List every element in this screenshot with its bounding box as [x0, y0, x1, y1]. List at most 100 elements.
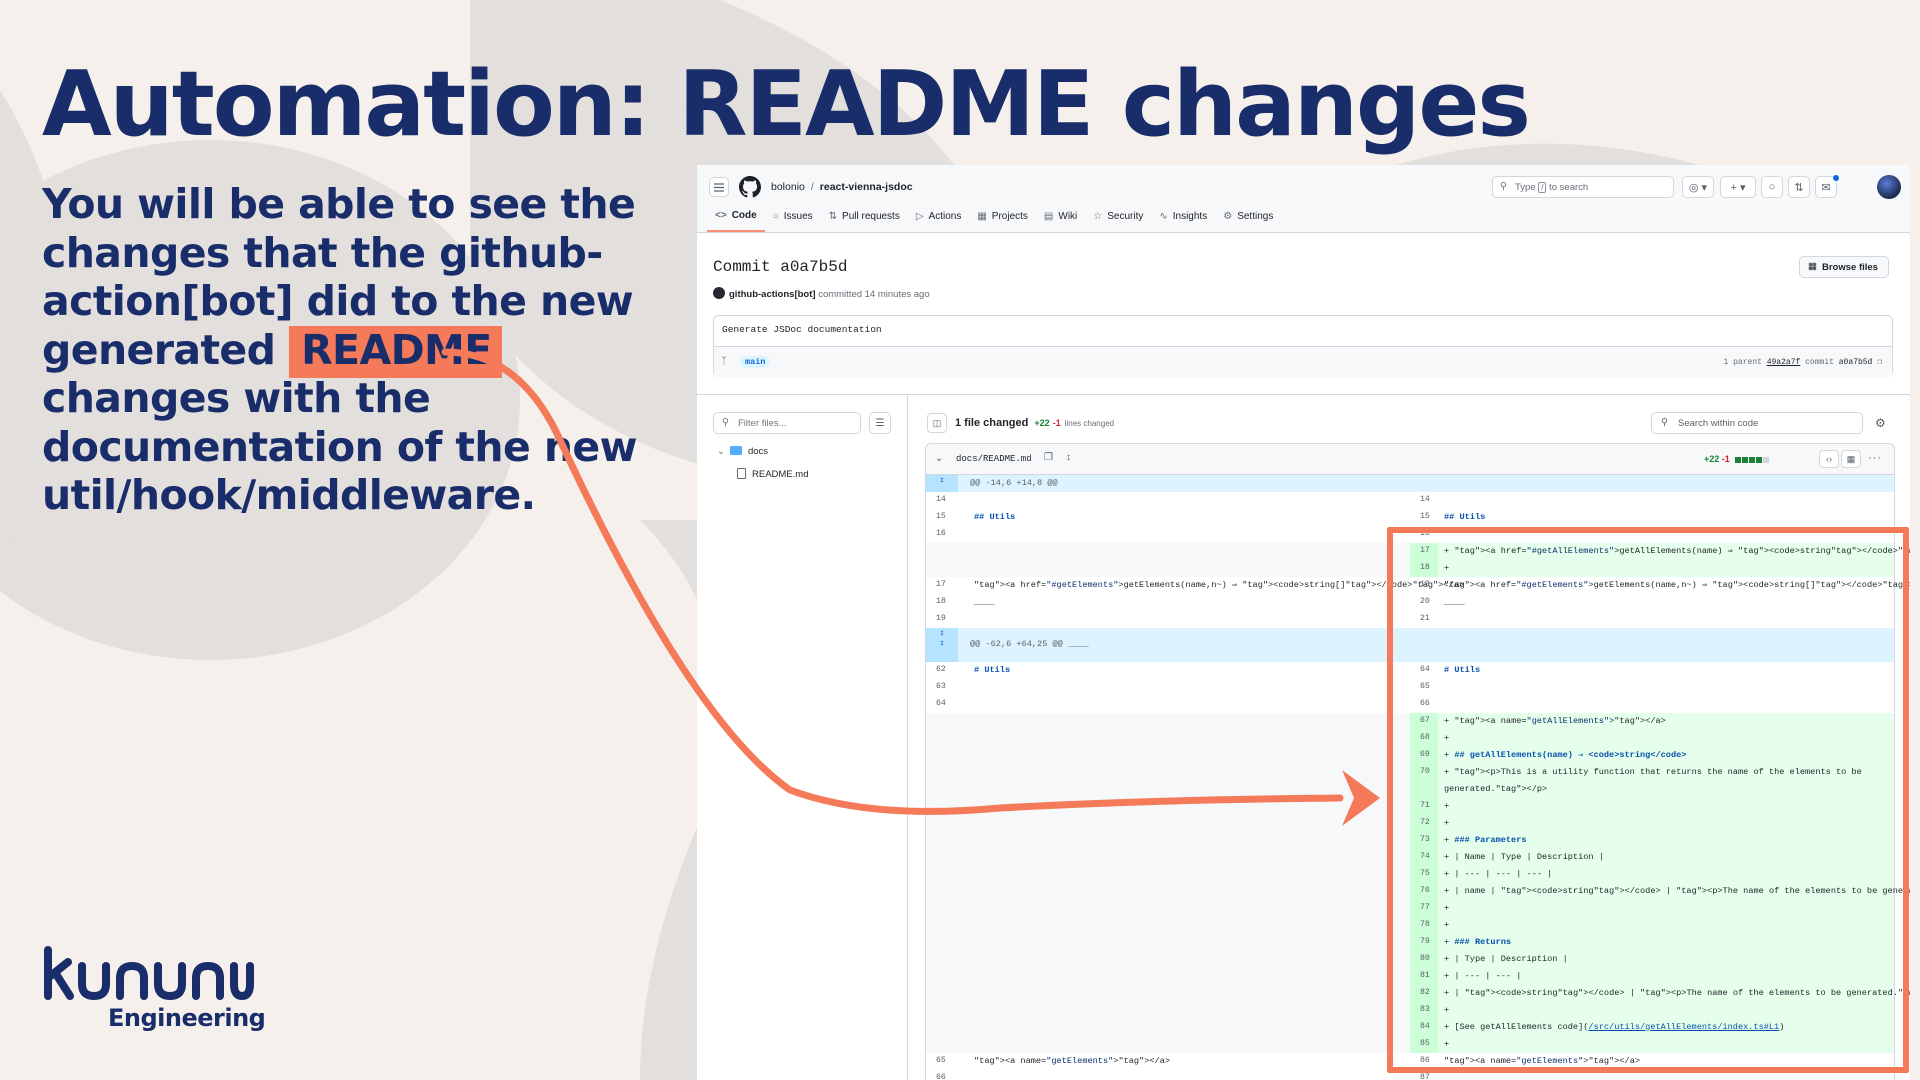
kununu-logo: kununu Engineering: [42, 946, 266, 1032]
line-number[interactable]: 62: [936, 665, 946, 674]
commit-time: committed 14 minutes ago: [818, 289, 930, 300]
file-deletions: -1: [1721, 454, 1730, 464]
line-number[interactable]: 64: [936, 699, 946, 708]
tab-actions[interactable]: ▷ Actions: [908, 208, 970, 232]
line-number[interactable]: 17: [936, 580, 946, 589]
line-number[interactable]: 16: [936, 529, 946, 538]
diff-line-left: 62 # Utils: [926, 662, 1410, 679]
view-source-icon[interactable]: ‹›: [1819, 450, 1839, 468]
pull-requests-icon[interactable]: ⇅: [1788, 176, 1810, 198]
line-number[interactable]: 15: [1420, 512, 1430, 521]
tab-pull-requests[interactable]: ⇅ Pull requests: [821, 208, 908, 232]
expand-both-icon[interactable]: ↧ ↥: [926, 628, 958, 662]
diff-file-path[interactable]: docs/README.md: [956, 454, 1032, 464]
tree-file-readme[interactable]: README.md: [737, 468, 808, 480]
line-number[interactable]: 14: [1420, 495, 1430, 504]
tree-folder-docs[interactable]: ⌄ docs: [717, 446, 768, 457]
search-icon: ⚲: [722, 417, 729, 428]
parent-hash-link[interactable]: 49a2a7f: [1767, 358, 1801, 367]
hunk-range: @@ -62,6 +64,25 @@ ____: [970, 639, 1089, 649]
tab-wiki[interactable]: ▤ Wiki: [1036, 208, 1085, 232]
expand-up-icon[interactable]: ↥: [926, 475, 958, 492]
kebab-menu-icon[interactable]: ···: [1868, 452, 1882, 464]
diff-line-left: 15 ## Utils: [926, 509, 1410, 526]
tab-insights[interactable]: ∿ Insights: [1151, 208, 1215, 232]
tab-label: Actions: [928, 211, 962, 222]
issue-icon: ○: [772, 211, 779, 222]
copilot-icon[interactable]: ◎ ▾: [1682, 176, 1714, 198]
additions-count: +22: [1034, 418, 1050, 428]
tab-projects[interactable]: ▦ Projects: [969, 208, 1036, 232]
line-number[interactable]: 66: [936, 1073, 946, 1080]
create-new-icon[interactable]: + ▾: [1720, 176, 1756, 198]
diff-line-left: 14: [926, 492, 1410, 509]
pull-request-icon: ⇅: [828, 211, 838, 222]
line-number[interactable]: 19: [936, 614, 946, 623]
code-search-placeholder: Search within code: [1678, 418, 1759, 429]
gear-icon[interactable]: ⚙: [1875, 416, 1886, 430]
toggle-sidebar-icon[interactable]: ◫: [927, 413, 947, 433]
folder-label: docs: [747, 446, 769, 457]
tab-label: Security: [1107, 211, 1144, 222]
deletions-count: -1: [1052, 418, 1061, 428]
filter-files-input[interactable]: ⚲ Filter files...: [713, 412, 861, 434]
global-search-input[interactable]: ⚲ Type / to search: [1492, 176, 1674, 198]
search-icon: ⚲: [1500, 181, 1507, 192]
line-number[interactable]: 15: [936, 512, 946, 521]
line-number[interactable]: 63: [936, 682, 946, 691]
tab-security[interactable]: ☆ Security: [1085, 208, 1151, 232]
table-icon: ▦: [977, 211, 987, 222]
diff-line-right: 14: [1410, 492, 1894, 509]
diff-code: # Utils: [974, 665, 1011, 675]
tab-issues[interactable]: ○ Issues: [765, 208, 821, 232]
hunk-range: @@ -14,6 +14,8 @@: [970, 478, 1058, 488]
commit-author: github-actions[bot] committed 14 minutes…: [713, 287, 930, 300]
diff-stat-blocks: [1735, 455, 1770, 465]
files-changed-count: 1 file changed: [955, 417, 1029, 429]
line-number[interactable]: 18: [936, 597, 946, 606]
github-header: bolonio / react-vienna-jsdoc ⚲ Type / to s…: [697, 165, 1910, 233]
chevron-down-icon: ⌄: [717, 446, 725, 457]
search-within-code-input[interactable]: ⚲ Search within code: [1651, 412, 1863, 434]
tab-label: Code: [731, 210, 757, 221]
file-additions: +22: [1704, 454, 1720, 464]
tab-settings[interactable]: ⚙ Settings: [1215, 208, 1281, 232]
filter-placeholder: Filter files...: [738, 418, 787, 429]
hamburger-menu-icon[interactable]: [709, 177, 729, 197]
shield-icon: ☆: [1093, 211, 1103, 222]
commit-message: Generate JSDoc documentation: [722, 324, 882, 335]
repo-tabs: <> Code ○ Issues ⇅ Pull requests ▷ Actions ▦ Proj…: [707, 208, 1281, 232]
code-icon: <>: [715, 210, 727, 221]
view-rendered-icon[interactable]: ▦: [1841, 450, 1861, 468]
filter-options-icon[interactable]: ☰: [869, 412, 891, 434]
issues-icon[interactable]: ○: [1761, 176, 1783, 198]
owner-link[interactable]: bolonio: [771, 181, 805, 193]
tab-code[interactable]: <> Code: [707, 208, 765, 232]
line-number[interactable]: 65: [936, 1056, 946, 1065]
copy-icon[interactable]: ❐: [1877, 358, 1882, 367]
user-avatar[interactable]: [1877, 175, 1901, 199]
file-code-icon: ▦: [1808, 261, 1817, 272]
diff-line-left: 19: [926, 611, 1410, 628]
line-number[interactable]: 14: [936, 495, 946, 504]
github-logo-icon[interactable]: [739, 176, 761, 198]
commit-hash: a0a7b5d: [1838, 358, 1873, 367]
files-changed-summary: 1 file changed +22 -1 lines changed: [955, 417, 1114, 429]
file-tree-divider: [907, 395, 908, 1080]
book-icon: ▤: [1043, 211, 1054, 222]
chevron-down-icon[interactable]: ⌄: [935, 453, 943, 464]
tab-label: Insights: [1172, 211, 1208, 222]
kununu-wordmark: kununu: [44, 946, 254, 1000]
browse-files-button[interactable]: ▦ Browse files: [1799, 256, 1889, 278]
repo-link[interactable]: react-vienna-jsdoc: [820, 181, 913, 193]
diff-hunk-header: ↥ @@ -14,6 +14,8 @@: [926, 475, 1894, 492]
commit-label: commit: [1805, 358, 1834, 367]
line-number[interactable]: 87: [1420, 1073, 1430, 1080]
annotation-highlight-box: [1387, 527, 1909, 1073]
copy-path-icon[interactable]: ❐: [1044, 452, 1053, 463]
browse-files-label: Browse files: [1822, 262, 1878, 273]
branch-badge[interactable]: main: [740, 356, 771, 368]
expand-all-icon[interactable]: ↕: [1066, 452, 1071, 463]
diff-file-header: ⌄ docs/README.md ❐ ↕ +22 -1 ‹› ▦ ···: [925, 443, 1895, 475]
author-link[interactable]: github-actions[bot]: [729, 289, 816, 300]
